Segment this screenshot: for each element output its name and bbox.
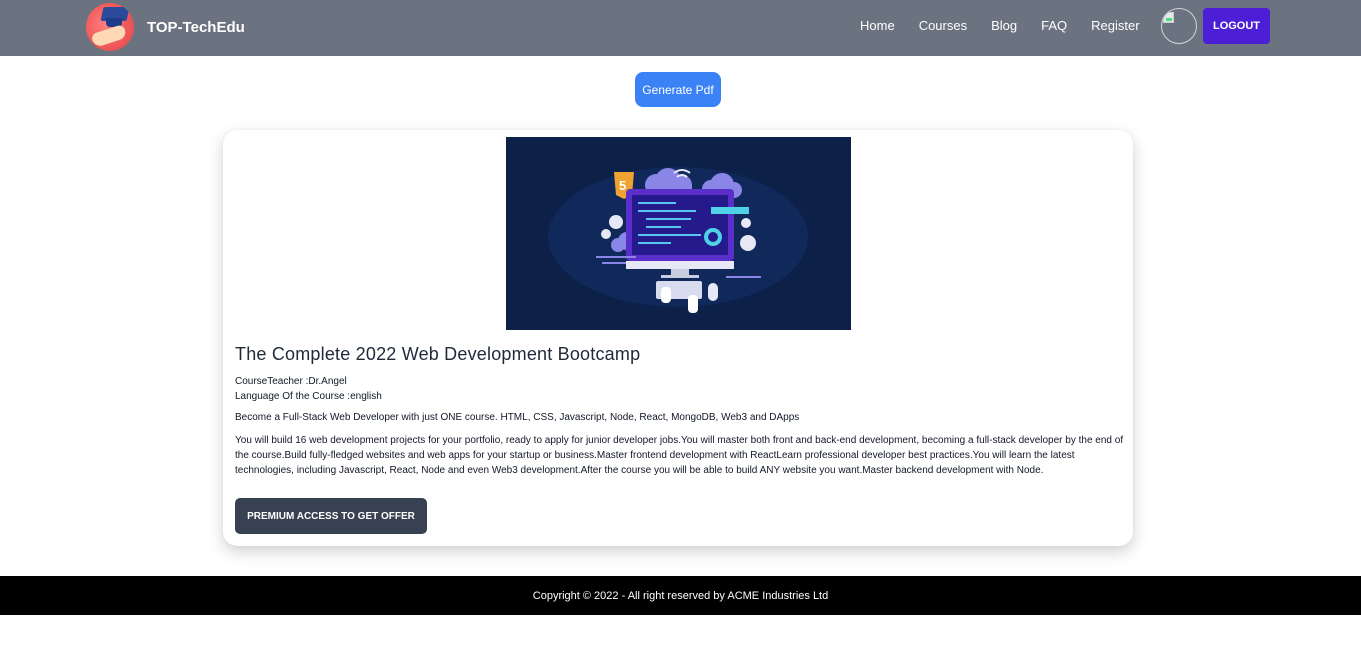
generate-pdf-button[interactable]: Generate Pdf (635, 72, 721, 107)
premium-access-button[interactable]: PREMIUM ACCESS TO GET OFFER (235, 498, 427, 534)
course-language: Language Of the Course :english (235, 391, 382, 402)
nav-links: Home Courses Blog FAQ Register (860, 18, 1164, 33)
footer-copyright: Copyright © 2022 - All right reserved by… (532, 589, 829, 602)
logo-icon (86, 3, 134, 51)
course-title: The Complete 2022 Web Development Bootca… (235, 344, 641, 364)
brand-name[interactable]: TOP-TechEdu (147, 19, 245, 36)
nav-home[interactable]: Home (860, 18, 895, 33)
nav-faq[interactable]: FAQ (1041, 18, 1067, 33)
nav-courses[interactable]: Courses (919, 18, 967, 33)
course-short-description: Become a Full-Stack Web Developer with j… (235, 412, 800, 423)
navbar: TOP-TechEdu Home Courses Blog FAQ Regist… (0, 0, 1361, 56)
course-image: 5 (506, 137, 851, 330)
user-avatar[interactable] (1161, 8, 1197, 44)
course-long-description: You will build 16 web development projec… (235, 435, 1124, 476)
course-card: 5 The Complete 2022 Web Development Boot… (223, 130, 1133, 546)
nav-register[interactable]: Register (1091, 18, 1139, 33)
course-teacher: CourseTeacher :Dr.Angel (235, 376, 347, 387)
badge-number: 5 (619, 178, 626, 193)
footer: Copyright © 2022 - All right reserved by… (0, 576, 1361, 615)
logout-button[interactable]: LOGOUT (1203, 8, 1270, 44)
brand[interactable]: TOP-TechEdu (86, 2, 245, 52)
nav-blog[interactable]: Blog (991, 18, 1017, 33)
broken-image-icon (1163, 12, 1174, 23)
